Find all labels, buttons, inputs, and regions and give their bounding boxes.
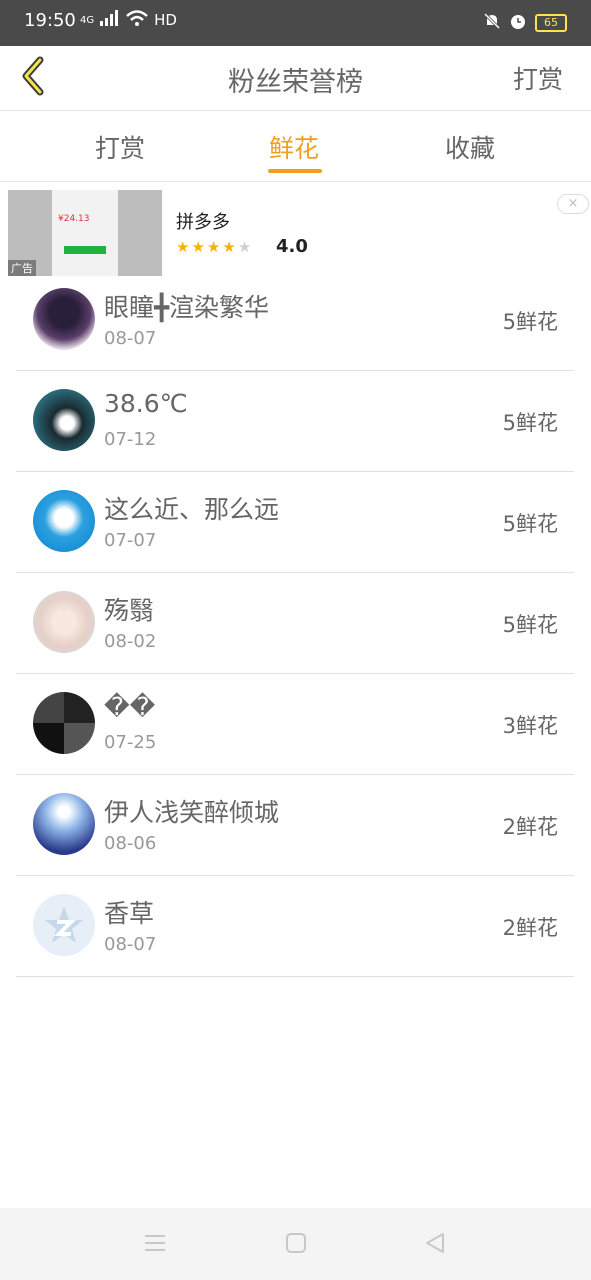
network-type: 4G — [80, 14, 95, 26]
hd-label: HD — [154, 11, 177, 29]
user-name: 香草 — [104, 899, 155, 928]
list-item[interactable]: 殇翳 08-02 5鲜花 — [16, 573, 574, 674]
ad-app-name: 拼多多 — [176, 212, 230, 233]
ad-price: ¥24.13 — [58, 214, 90, 224]
menu-button[interactable] — [144, 1232, 166, 1258]
flower-count: 2鲜花 — [502, 916, 558, 940]
avatar — [33, 591, 95, 653]
default-avatar-icon — [45, 906, 83, 943]
user-date: 07-12 — [104, 429, 157, 450]
status-bar: 19:50 4G HD 65 — [0, 0, 591, 46]
star-icon: ★ — [191, 238, 205, 256]
star-empty-icon: ★ — [237, 238, 252, 256]
user-date: 08-06 — [104, 833, 157, 854]
flower-count: 5鲜花 — [502, 310, 558, 334]
star-icon: ★ — [222, 238, 236, 256]
ad-close-button[interactable]: × — [557, 194, 589, 214]
list-item[interactable]: �� 07-25 3鲜花 — [16, 674, 574, 775]
avatar — [33, 793, 95, 855]
user-date: 08-02 — [104, 631, 157, 652]
ad-thumb-button — [64, 246, 106, 254]
list-item[interactable]: 香草 08-07 2鲜花 — [16, 876, 574, 977]
ad-thumbnail: ¥24.13 广告 — [8, 190, 162, 276]
battery-icon: 65 — [535, 14, 567, 32]
home-button[interactable] — [285, 1232, 307, 1258]
ad-stars: ★ ★ ★ ★ ★ — [176, 238, 251, 256]
list-item[interactable]: 伊人浅笑醉倾城 08-06 2鲜花 — [16, 775, 574, 876]
reward-action-button[interactable]: 打赏 — [513, 60, 563, 96]
ad-rating: 4.0 — [276, 236, 308, 257]
user-name: �� — [104, 692, 156, 721]
flower-count: 5鲜花 — [502, 613, 558, 637]
user-name: 38.6℃ — [104, 389, 188, 418]
home-icon — [286, 1233, 306, 1253]
system-nav-bar — [0, 1208, 591, 1280]
page-title: 粉丝荣誉榜 — [228, 67, 363, 98]
status-time: 19:50 — [24, 10, 76, 31]
avatar — [33, 692, 95, 754]
user-date: 08-07 — [104, 934, 157, 955]
avatar — [33, 389, 95, 451]
wifi-icon — [126, 10, 148, 30]
tab-favorites[interactable]: 收藏 — [445, 129, 495, 165]
user-date: 07-25 — [104, 732, 157, 753]
user-name: 殇翳 — [104, 596, 155, 625]
menu-icon — [145, 1235, 165, 1251]
active-tab-indicator — [268, 169, 322, 173]
avatar — [33, 894, 95, 956]
fan-list: 眼瞳╋渲染繁华 08-07 5鲜花 38.6℃ 07-12 5鲜花 这么近、那么… — [16, 270, 574, 977]
user-name: 这么近、那么远 — [104, 495, 280, 524]
avatar — [33, 288, 95, 350]
flower-count: 5鲜花 — [502, 411, 558, 435]
avatar — [33, 490, 95, 552]
user-date: 07-07 — [104, 530, 157, 551]
list-item[interactable]: 眼瞳╋渲染繁华 08-07 5鲜花 — [16, 270, 574, 371]
header-bar: 粉丝荣誉榜 打赏 — [0, 46, 591, 111]
alarm-icon — [509, 12, 527, 34]
star-icon: ★ — [206, 238, 221, 256]
status-right-icons: 65 — [483, 12, 567, 34]
tab-bar: 打赏 鲜花 收藏 — [0, 111, 591, 182]
flower-count: 2鲜花 — [502, 815, 558, 839]
user-date: 08-07 — [104, 328, 157, 349]
status-left-icons: 4G HD — [80, 10, 177, 30]
back-nav-button[interactable] — [424, 1232, 446, 1258]
mute-icon — [483, 12, 501, 34]
tab-flowers[interactable]: 鲜花 — [269, 129, 319, 165]
tab-reward[interactable]: 打赏 — [95, 129, 145, 165]
back-triangle-icon — [426, 1233, 444, 1253]
list-item[interactable]: 这么近、那么远 07-07 5鲜花 — [16, 472, 574, 573]
user-name: 眼瞳╋渲染繁华 — [104, 293, 270, 322]
ad-banner[interactable]: ¥24.13 广告 拼多多 ★ ★ ★ ★ ★ 4.0 — [0, 184, 591, 278]
star-icon: ★ — [176, 238, 190, 256]
flower-count: 3鲜花 — [502, 714, 558, 738]
ad-thumb-panel — [52, 190, 118, 276]
list-item[interactable]: 38.6℃ 07-12 5鲜花 — [16, 371, 574, 472]
flower-count: 5鲜花 — [502, 512, 558, 536]
signal-icon — [100, 10, 120, 30]
user-name: 伊人浅笑醉倾城 — [104, 798, 280, 827]
